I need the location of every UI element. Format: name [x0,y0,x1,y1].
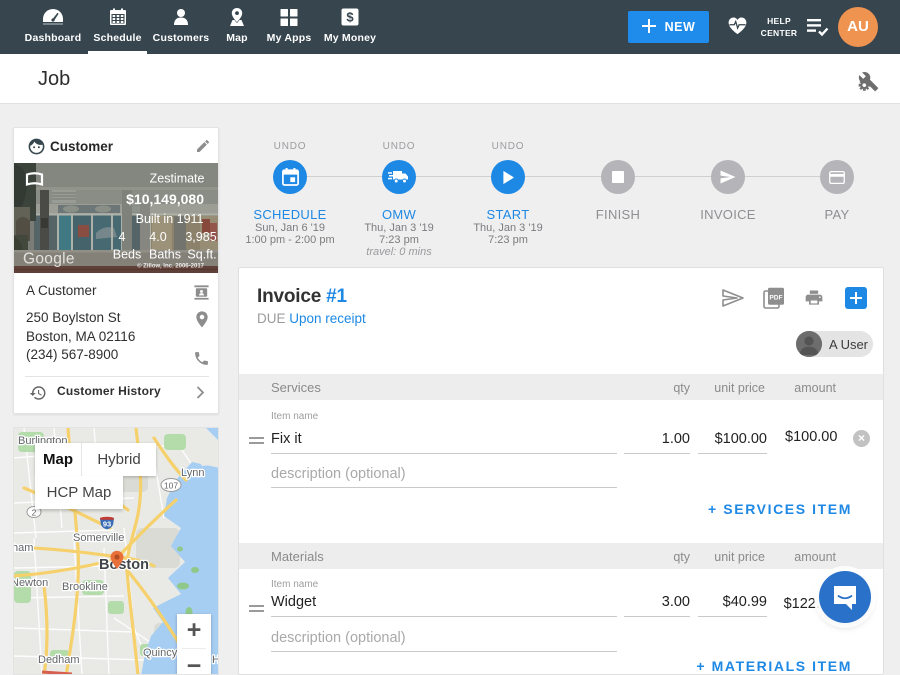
svg-text:Quincy: Quincy [143,647,178,659]
svg-text:Newton: Newton [14,577,48,589]
svg-text:$: $ [346,10,354,25]
svg-text:93: 93 [103,520,111,529]
svg-text:Brookline: Brookline [62,581,108,593]
svg-text:ham: ham [14,542,33,554]
svg-text:Somerville: Somerville [73,532,124,544]
svg-text:Dedham: Dedham [38,654,80,666]
svg-text:107: 107 [164,481,178,491]
svg-text:Hi: Hi [212,654,219,666]
svg-text:2: 2 [32,508,37,518]
svg-text:Lynn: Lynn [181,467,204,479]
svg-text:Boston: Boston [99,557,149,573]
svg-text:PDF: PDF [769,295,782,302]
